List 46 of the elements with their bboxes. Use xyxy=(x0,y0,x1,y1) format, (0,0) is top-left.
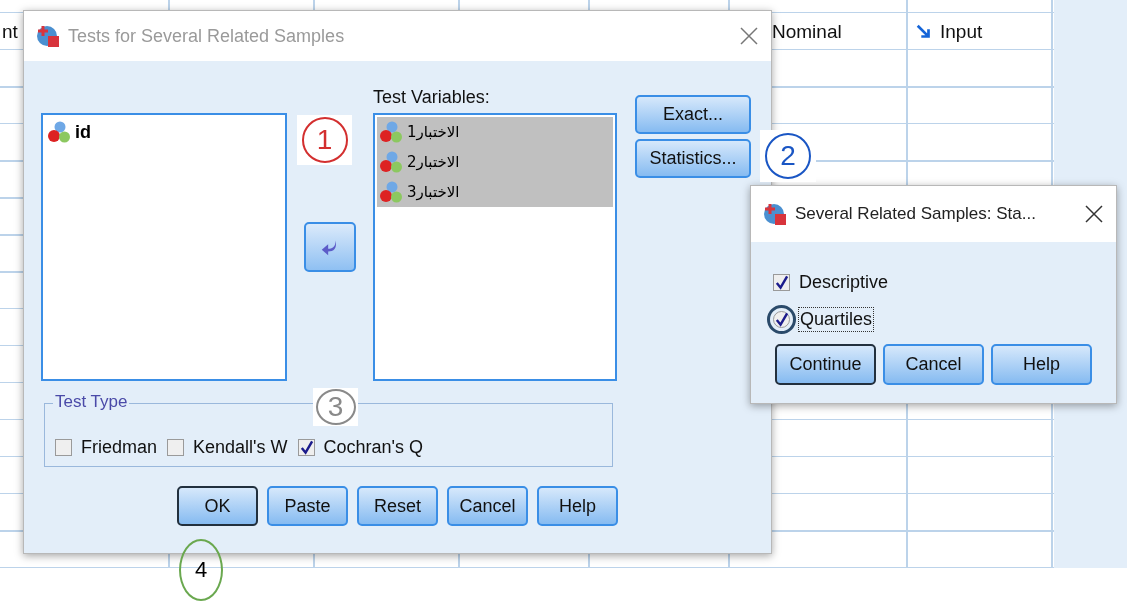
table-cell-text: nt xyxy=(1,20,18,43)
table-cell: Input xyxy=(908,20,983,43)
variable-icon xyxy=(47,120,71,144)
checkbox[interactable] xyxy=(167,439,185,456)
checkbox-option[interactable]: Descriptive xyxy=(773,264,1116,301)
test-variables-list[interactable]: الاختبار1 الاختبار2 الاختبار3 xyxy=(373,113,617,381)
option-label: Descriptive xyxy=(799,272,889,293)
checkbox-option[interactable]: Cochran's Q xyxy=(297,437,423,458)
variable-item[interactable]: الاختبار1 xyxy=(377,117,613,147)
dialog-button[interactable]: Help xyxy=(537,486,618,526)
window-title: Tests for Several Related Samples xyxy=(68,25,346,47)
move-button[interactable] xyxy=(304,222,356,272)
checkbox[interactable] xyxy=(55,439,72,456)
variable-icon xyxy=(379,120,403,144)
checkbox-option[interactable]: Kendall's W xyxy=(167,437,288,458)
dialog-button[interactable]: OK xyxy=(177,486,258,526)
dialog-button[interactable]: Reset xyxy=(357,486,438,526)
variable-icon xyxy=(379,180,403,204)
dialog-button[interactable]: Cancel xyxy=(447,486,528,526)
dialog-button[interactable]: Statistics... xyxy=(635,139,751,178)
step-number-marker: 1 xyxy=(301,117,348,163)
dialog-button[interactable]: Paste xyxy=(267,486,348,526)
dialog-button[interactable]: Help xyxy=(991,344,1092,385)
app-icon xyxy=(763,202,787,226)
checkbox-option[interactable]: Friedman xyxy=(55,437,158,458)
group-legend: Test Type xyxy=(53,392,130,412)
checkbox-option[interactable]: Quartiles xyxy=(773,301,1116,338)
variable-item[interactable]: id xyxy=(45,117,283,147)
checkbox[interactable] xyxy=(297,439,315,456)
source-variable-list[interactable]: id xyxy=(41,113,287,381)
step-number-marker: 2 xyxy=(765,133,811,179)
step-number-marker: 4 xyxy=(179,539,223,601)
close-icon[interactable] xyxy=(1084,204,1104,224)
step-number-marker: 3 xyxy=(315,389,356,425)
table-cell-text: Nominal xyxy=(771,20,842,43)
app-icon xyxy=(36,24,60,48)
checkbox[interactable] xyxy=(773,274,790,291)
dialog-button[interactable]: Cancel xyxy=(883,344,984,385)
dialog-button[interactable]: Exact... xyxy=(635,95,751,134)
test-variables-label: Test Variables: xyxy=(373,87,491,108)
variable-item[interactable]: الاختبار3 xyxy=(377,177,613,207)
option-label: Quartiles xyxy=(799,308,874,331)
dialog-button[interactable]: Continue xyxy=(775,344,876,385)
window-title: Several Related Samples: Sta... xyxy=(795,204,1037,224)
variable-icon xyxy=(379,150,403,174)
variable-item[interactable]: الاختبار2 xyxy=(377,147,613,177)
